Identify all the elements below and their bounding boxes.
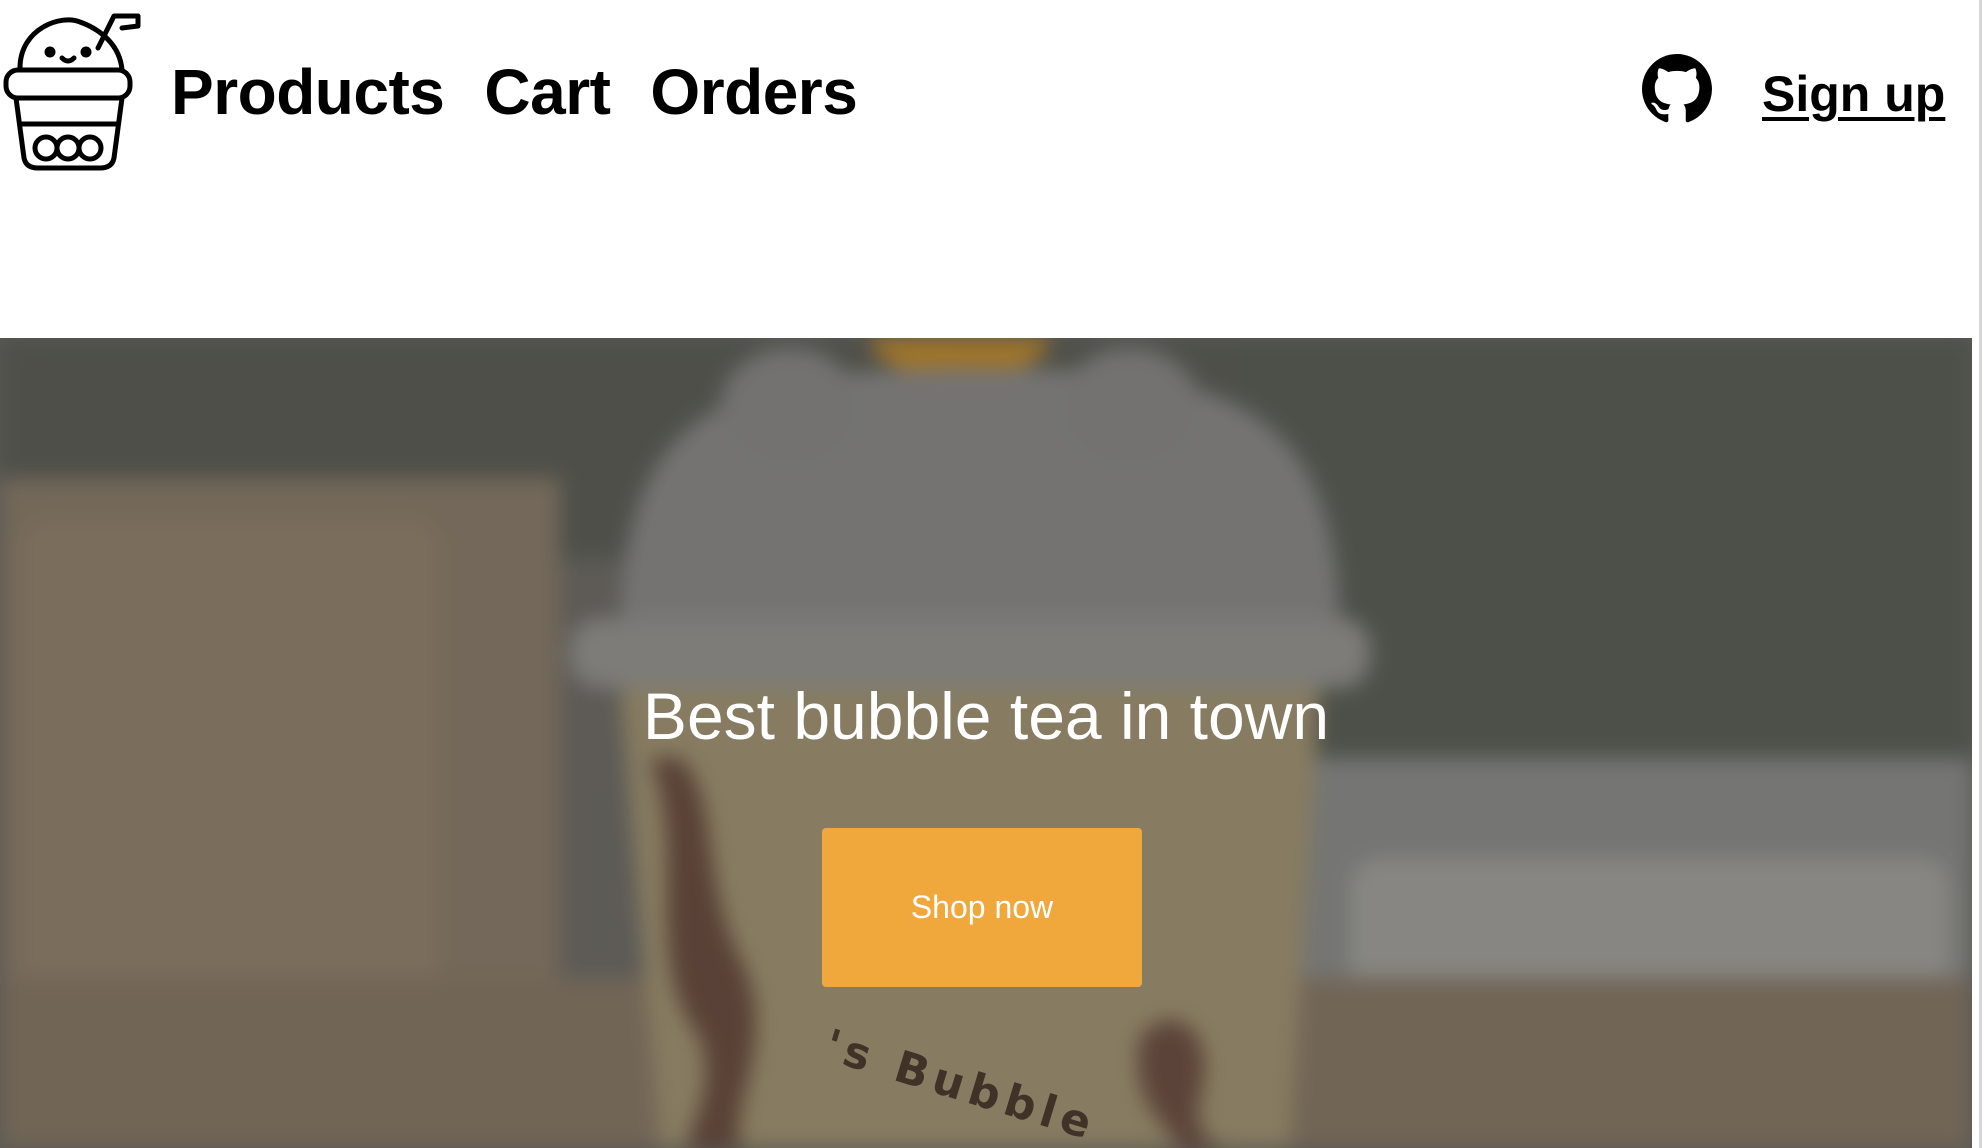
nav-link-orders[interactable]: Orders xyxy=(650,52,857,132)
page-viewport: Products Cart Orders Sign up Best bubble… xyxy=(0,0,1972,1148)
shop-now-button[interactable]: Shop now xyxy=(822,828,1142,987)
top-navbar: Products Cart Orders Sign up xyxy=(0,0,1972,185)
hero-banner: Best bubble tea in town Shop now 's Bubb… xyxy=(0,338,1972,1148)
hero-title: Best bubble tea in town xyxy=(642,679,1330,753)
nav-link-cart[interactable]: Cart xyxy=(484,52,611,132)
bubble-tea-cup-icon[interactable] xyxy=(2,8,142,173)
nav-link-products[interactable]: Products xyxy=(171,52,445,132)
main-nav: Products Cart Orders xyxy=(171,52,858,132)
github-icon xyxy=(1642,54,1712,123)
signup-link[interactable]: Sign up xyxy=(1762,62,1945,126)
